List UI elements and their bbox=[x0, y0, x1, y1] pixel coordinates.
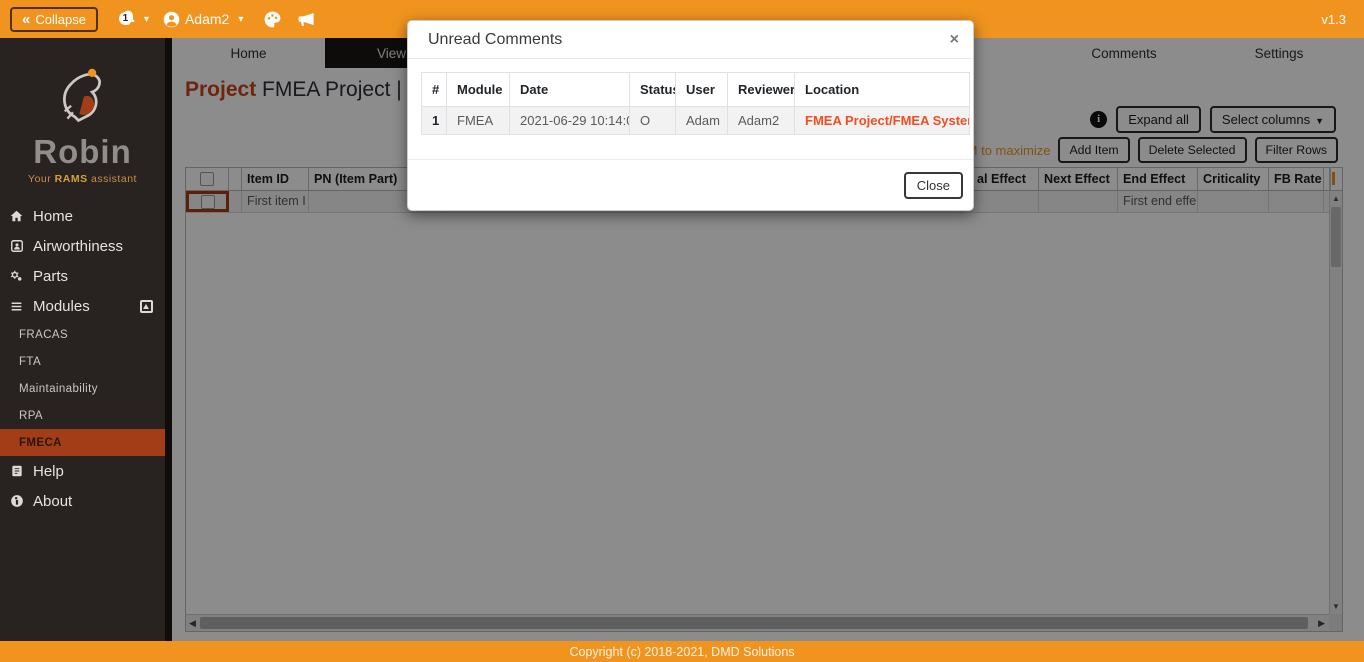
robin-bird-logo-icon bbox=[51, 60, 115, 126]
sidebar-item-label: Modules bbox=[33, 298, 90, 315]
notifications-button[interactable]: 1 bbox=[116, 7, 140, 31]
table-row: 1 FMEA 2021-06-29 10:14:00 O Adam Adam2 … bbox=[422, 107, 970, 135]
logo: Robin Your RAMS assistant bbox=[0, 38, 165, 185]
close-icon[interactable]: × bbox=[950, 32, 959, 48]
close-button[interactable]: Close bbox=[904, 172, 963, 199]
tagline-suffix: assistant bbox=[88, 173, 137, 185]
sidebar-item-airworthiness[interactable]: Airworthiness bbox=[0, 231, 165, 261]
cell-num: 1 bbox=[422, 107, 447, 135]
modal-header: Unread Comments × bbox=[408, 21, 973, 59]
sidebar-item-label: Airworthiness bbox=[33, 238, 123, 255]
modal-title: Unread Comments bbox=[428, 31, 562, 49]
version-label: v1.3 bbox=[1321, 12, 1346, 27]
sidebar-item-label: Parts bbox=[33, 268, 68, 285]
cell-reviewer: Adam2 bbox=[728, 107, 795, 135]
bars-icon bbox=[8, 300, 25, 313]
col-date: Date bbox=[510, 73, 630, 107]
sidebar-subitem-rpa[interactable]: RPA bbox=[0, 402, 165, 429]
table-header-row: # Module Date Status User Reviewer Locat… bbox=[422, 73, 970, 107]
tagline-prefix: Your bbox=[28, 173, 55, 185]
app-window: « Collapse 1 ▾ Adam2 ▾ v1.3 bbox=[0, 0, 1364, 662]
copyright-label: Copyright (c) 2018-2021, DMD Solutions bbox=[569, 645, 794, 659]
footer-bar: Copyright (c) 2018-2021, DMD Solutions bbox=[0, 641, 1364, 662]
user-menu[interactable]: Adam2 ▾ bbox=[163, 11, 249, 28]
sidebar: Robin Your RAMS assistant Home Airworthi… bbox=[0, 38, 172, 641]
gears-icon bbox=[8, 269, 25, 283]
sidebar-item-modules[interactable]: Modules bbox=[0, 291, 165, 321]
modal-footer: Close bbox=[408, 159, 973, 210]
col-user: User bbox=[676, 73, 728, 107]
logo-title: Robin bbox=[0, 133, 165, 171]
col-status: Status bbox=[630, 73, 676, 107]
sidebar-item-label: Home bbox=[33, 208, 73, 225]
cell-module: FMEA bbox=[447, 107, 510, 135]
notification-count-badge: 1 bbox=[119, 12, 132, 25]
double-chevron-left-icon: « bbox=[22, 12, 30, 27]
cell-date: 2021-06-29 10:14:00 bbox=[510, 107, 630, 135]
sidebar-item-parts[interactable]: Parts bbox=[0, 261, 165, 291]
chevron-down-icon: ▾ bbox=[238, 14, 243, 25]
tagline-bold: RAMS bbox=[55, 173, 88, 185]
username-label: Adam2 bbox=[185, 11, 229, 27]
home-icon bbox=[8, 209, 25, 223]
modal-body: # Module Date Status User Reviewer Locat… bbox=[408, 59, 973, 135]
sidebar-subitem-fmeca[interactable]: FMECA bbox=[0, 429, 165, 456]
col-location: Location bbox=[795, 73, 970, 107]
collapse-submenu-icon[interactable] bbox=[140, 300, 153, 313]
info-icon bbox=[8, 494, 25, 508]
sidebar-item-label: About bbox=[33, 493, 72, 510]
sidebar-item-home[interactable]: Home bbox=[0, 201, 165, 231]
sidebar-item-label: Help bbox=[33, 463, 64, 480]
sidebar-item-help[interactable]: Help bbox=[0, 456, 165, 486]
book-icon bbox=[8, 464, 25, 478]
megaphone-icon bbox=[296, 10, 317, 29]
location-link[interactable]: FMEA Project/FMEA System bbox=[805, 113, 970, 128]
col-module: Module bbox=[447, 73, 510, 107]
logo-tagline: Your RAMS assistant bbox=[0, 173, 165, 185]
cell-location: FMEA Project/FMEA System bbox=[795, 107, 970, 135]
unread-comments-table: # Module Date Status User Reviewer Locat… bbox=[421, 72, 970, 135]
col-reviewer: Reviewer bbox=[728, 73, 795, 107]
sidebar-subitem-maintainability[interactable]: Maintainability bbox=[0, 375, 165, 402]
announcements-button[interactable] bbox=[296, 10, 317, 29]
sidebar-subitem-fracas[interactable]: FRACAS bbox=[0, 321, 165, 348]
collapse-sidebar-button[interactable]: « Collapse bbox=[10, 7, 98, 32]
user-avatar-icon bbox=[163, 11, 180, 28]
palette-icon bbox=[263, 10, 282, 29]
collapse-label: Collapse bbox=[35, 12, 86, 27]
chevron-down-icon[interactable]: ▾ bbox=[144, 14, 149, 25]
unread-comments-modal: Unread Comments × # Module Date Status U… bbox=[407, 20, 974, 211]
col-num: # bbox=[422, 73, 447, 107]
sidebar-menu: Home Airworthiness Parts Modules FRACAS … bbox=[0, 201, 165, 516]
license-icon bbox=[8, 239, 25, 253]
cell-user: Adam bbox=[676, 107, 728, 135]
sidebar-subitem-fta[interactable]: FTA bbox=[0, 348, 165, 375]
theme-button[interactable] bbox=[263, 10, 282, 29]
cell-status: O bbox=[630, 107, 676, 135]
sidebar-item-about[interactable]: About bbox=[0, 486, 165, 516]
